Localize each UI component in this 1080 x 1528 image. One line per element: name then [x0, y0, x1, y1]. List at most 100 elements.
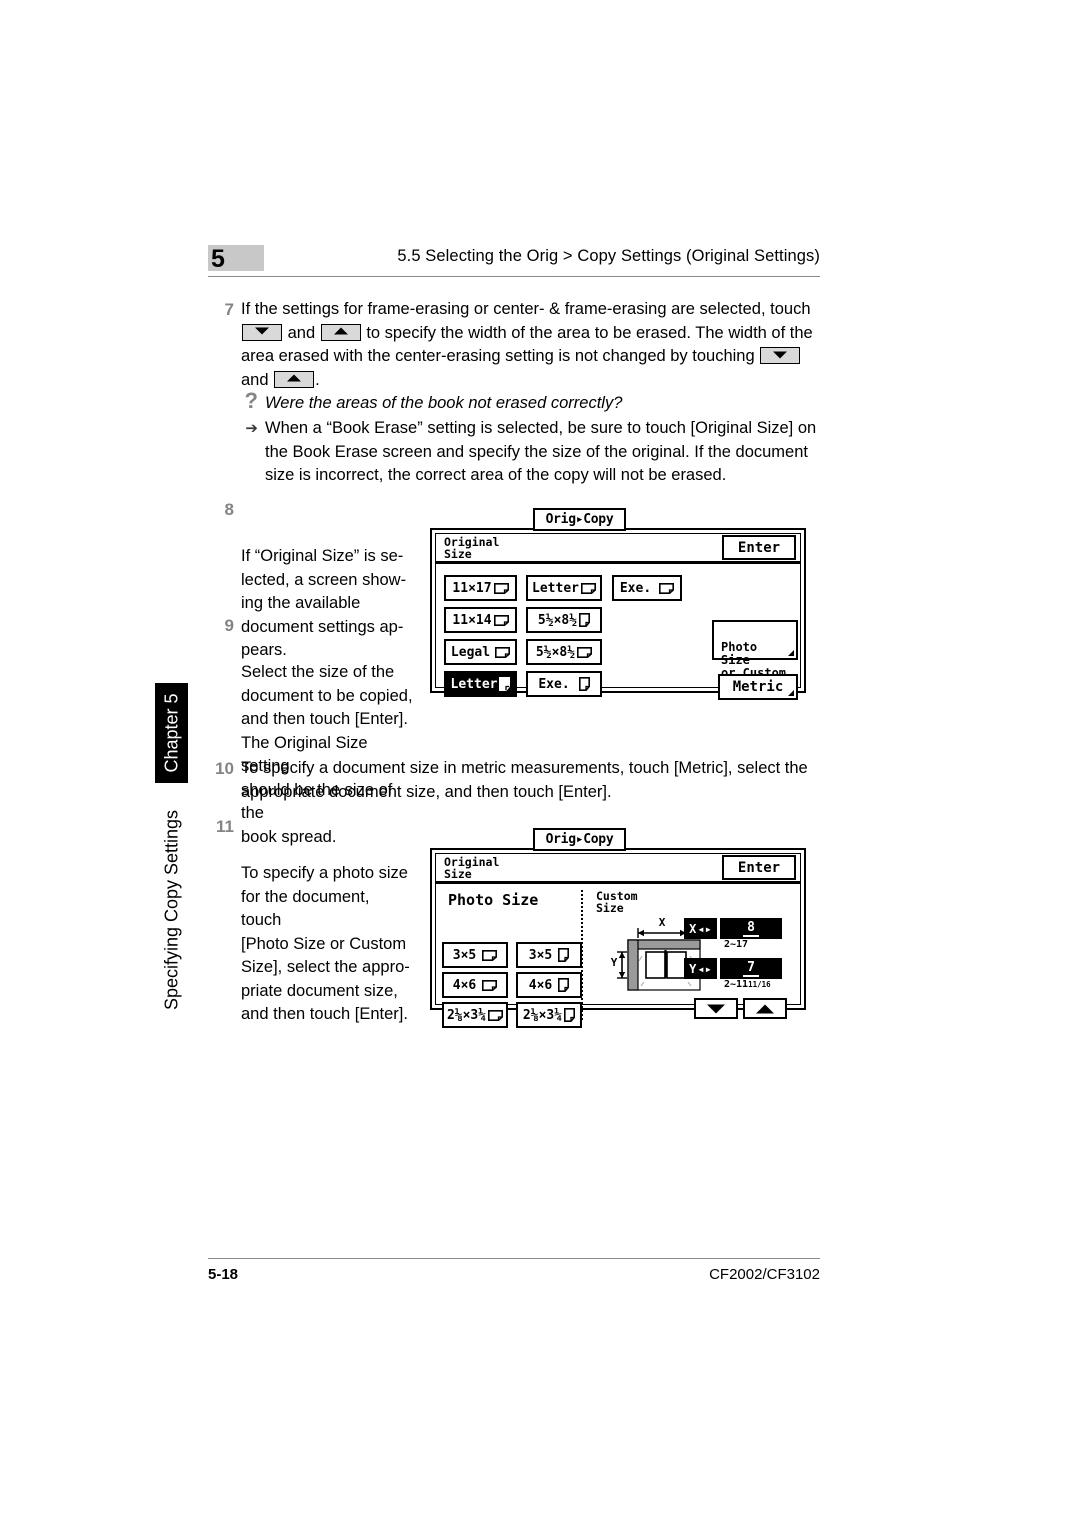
question-block: ? Were the areas of the book not erased …: [232, 389, 822, 416]
y-range-text: 2~11: [724, 979, 749, 990]
photo-button-4x6-portrait[interactable]: 4×6: [516, 972, 582, 998]
photo-or-custom-size-button[interactable]: Photo Size or Custom Size: [712, 620, 798, 693]
section-side-label-text: Specifying Copy Settings: [161, 809, 181, 1011]
x-range-text: 2~17: [724, 939, 749, 950]
x-value: 8: [743, 920, 759, 937]
paper-portrait-icon: [558, 948, 570, 962]
question-text: Were the areas of the book not erased co…: [265, 394, 623, 412]
paper-landscape-icon: [495, 646, 511, 658]
size-button-letter-portrait-selected[interactable]: Letter: [444, 671, 517, 697]
size-button-letter-landscape[interactable]: Letter: [526, 575, 602, 601]
photo-button-2eighth-x-3quarter-portrait[interactable]: 2⅛×3¼: [516, 1002, 582, 1028]
step-7-text-a: If the settings for frame-erasing or cen…: [241, 300, 811, 318]
size-button-label: Exe.: [538, 676, 570, 692]
size-button-11x14-landscape[interactable]: 11×14: [444, 607, 517, 633]
paper-landscape-icon: [577, 646, 593, 658]
size-button-label: Exe.: [619, 580, 652, 596]
size-button-label: Letter: [532, 580, 579, 596]
size-button-label: 5½×8½: [537, 612, 578, 628]
page-header: 5 5.5 Selecting the Orig > Copy Settings…: [208, 245, 820, 281]
size-button-exe-portrait[interactable]: Exe.: [526, 671, 602, 697]
footer-model: CF2002/CF3102: [709, 1266, 820, 1283]
section-side-label: Specifying Copy Settings: [155, 800, 188, 1020]
photo-button-label: 4×6: [528, 977, 553, 993]
custom-size-section-label: Custom Size: [596, 889, 638, 915]
footer-divider: [208, 1258, 820, 1259]
step-11-number: 11: [216, 817, 234, 836]
up-arrow-key-icon: [320, 323, 361, 341]
size-button-legal-landscape[interactable]: Legal: [444, 639, 517, 665]
size-button-label: 5½×8½: [535, 644, 576, 660]
photo-button-label: 3×5: [452, 947, 477, 963]
x-range-label: 2~17: [724, 939, 748, 950]
y-value-field[interactable]: 7: [720, 958, 782, 979]
header-chapter-number: 5: [208, 245, 264, 273]
step-7-text: If the settings for frame-erasing or cen…: [241, 298, 820, 392]
button-corner-icon: [788, 650, 794, 656]
photo-button-4x6-landscape[interactable]: 4×6: [442, 972, 508, 998]
step-7-text-b: and: [287, 323, 316, 342]
x-axis-key-button[interactable]: X ◂▸: [684, 918, 717, 939]
y-axis-key-button[interactable]: Y ◂▸: [684, 958, 717, 979]
left-right-arrows-icon: ◂▸: [697, 921, 712, 936]
enter-button[interactable]: Enter: [722, 535, 796, 560]
chapter-tab-label: Chapter 5: [161, 693, 181, 773]
size-button-5half-x-8half-landscape[interactable]: 5½×8½: [526, 639, 602, 665]
paper-portrait-icon: [578, 677, 590, 691]
paper-portrait-icon: [499, 677, 511, 691]
screen2-tab[interactable]: Orig▸Copy: [533, 828, 626, 851]
y-value: 7: [743, 960, 759, 977]
size-button-5half-x-8half-portrait[interactable]: 5½×8½: [526, 607, 602, 633]
size-button-label: 11×14: [452, 612, 492, 628]
paper-landscape-icon: [482, 949, 498, 961]
decrease-value-button[interactable]: [694, 998, 738, 1019]
header-divider: [208, 276, 820, 277]
chapter-tab: Chapter 5: [155, 683, 188, 783]
screen1-tab[interactable]: Orig▸Copy: [533, 508, 626, 531]
paper-portrait-icon: [558, 978, 570, 992]
size-button-label: 11×17: [452, 580, 492, 596]
metric-label: Metric: [732, 678, 784, 695]
size-button-11x17-landscape[interactable]: 11×17: [444, 575, 517, 601]
step-7-text-d: and: [241, 370, 269, 389]
paper-landscape-icon: [493, 614, 509, 626]
paper-landscape-icon: [482, 979, 498, 991]
size-button-label: Letter: [450, 676, 498, 692]
photo-size-section-label: Photo Size: [448, 891, 539, 909]
size-button-exe-landscape[interactable]: Exe.: [612, 575, 682, 601]
paper-portrait-icon: [579, 613, 591, 627]
step-7-text-e: .: [315, 370, 320, 389]
photo-button-2eighth-x-3quarter-landscape[interactable]: 2⅛×3¼: [442, 1002, 508, 1028]
y-range-label: 2~1111/16: [724, 979, 771, 990]
screen1-title: Original Size: [444, 535, 500, 561]
photo-button-3x5-portrait[interactable]: 3×5: [516, 942, 582, 968]
answer-block: ➔ When a “Book Erase” setting is selecte…: [232, 417, 820, 488]
screen1-inner: Original Size Enter 11×17 Letter Exe. 11…: [435, 533, 801, 700]
y-axis-label: Y: [689, 961, 697, 976]
metric-button[interactable]: Metric: [718, 674, 798, 700]
enter-button[interactable]: Enter: [722, 855, 796, 880]
svg-text:X: X: [659, 916, 666, 929]
screen2-body: Original Size Enter Photo Size Custom Si…: [430, 848, 806, 1028]
step-11: 11 To specify a photo size for the docum…: [208, 815, 413, 1050]
screen2-title: Original Size: [444, 855, 500, 881]
svg-text:Y: Y: [611, 956, 618, 969]
step-10: 10 To specify a document size in metric …: [208, 757, 820, 804]
down-arrow-key-icon: [760, 347, 801, 364]
increase-value-button[interactable]: [743, 998, 787, 1019]
page-title: 5.5 Selecting the Orig > Copy Settings (…: [397, 247, 820, 265]
photo-button-3x5-landscape[interactable]: 3×5: [442, 942, 508, 968]
up-arrow-key-icon: [274, 370, 315, 388]
arrow-right-icon: ➔: [245, 420, 258, 437]
step-8-number: 8: [224, 500, 234, 519]
paper-portrait-icon: [564, 1008, 576, 1022]
step-9-number: 9: [224, 616, 234, 635]
screen2-titlebar: Original Size Enter: [436, 854, 800, 884]
x-value-field[interactable]: 8: [720, 918, 782, 939]
screen1-body: Original Size Enter 11×17 Letter Exe. 11…: [430, 528, 806, 700]
step-11-text: To specify a photo size for the document…: [241, 864, 410, 1023]
step-7: 7 If the settings for frame-erasing or c…: [208, 298, 820, 392]
paper-landscape-icon: [493, 582, 509, 594]
original-size-screen: Orig▸Copy Original Size Enter 11×17 Lett…: [430, 508, 806, 700]
screen2-inner: Original Size Enter Photo Size Custom Si…: [435, 853, 801, 1028]
